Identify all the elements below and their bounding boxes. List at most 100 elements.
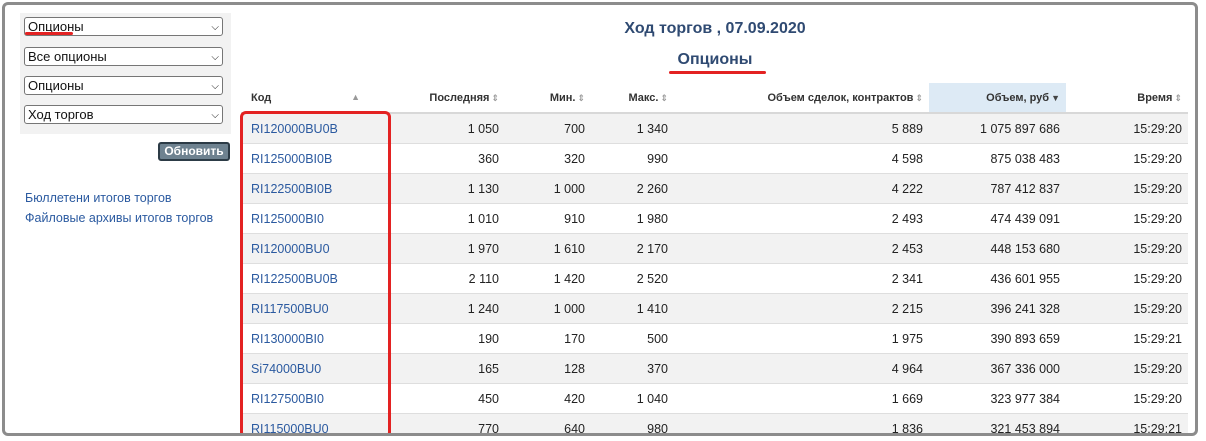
cell-volume-rub: 390 893 659 [929,323,1066,354]
cell-last: 1 240 [376,293,505,324]
cell-max: 1 980 [591,203,674,234]
cell-min: 1 420 [505,263,591,294]
cell-time: 15:29:20 [1066,233,1188,264]
cell-time: 15:29:20 [1066,143,1188,174]
cell-time: 15:29:20 [1066,113,1188,144]
col-header-volume-rub[interactable]: Объем, руб ▼ [929,83,1066,114]
sort-icon: ⇕ [1174,92,1182,103]
cell-volume-contracts: 2 215 [674,293,929,324]
refresh-button[interactable]: Обновить [158,142,230,161]
cell-time: 15:29:20 [1066,353,1188,384]
bulletins-link[interactable]: Бюллетени итогов торгов [25,188,213,208]
cell-time: 15:29:20 [1066,293,1188,324]
cell-max: 2 260 [591,173,674,204]
cell-volume-contracts: 2 493 [674,203,929,234]
cell-last: 1 970 [376,233,505,264]
cell-volume-contracts: 2 453 [674,233,929,264]
chevron-down-icon: ⌵ [211,81,219,92]
cell-volume-contracts: 1 836 [674,413,929,433]
cell-volume-rub: 875 038 483 [929,143,1066,174]
sort-icon: ⇕ [491,92,499,103]
cell-last: 190 [376,323,505,354]
cell-last: 165 [376,353,505,384]
sort-desc-icon: ▼ [1051,92,1060,103]
cell-max: 1 040 [591,383,674,414]
cell-min: 1 000 [505,293,591,324]
instrument-select[interactable]: Все опционы ⌵ [24,47,223,66]
col-header-min[interactable]: Мин. ⇕ [505,83,591,114]
cell-volume-rub: 367 336 000 [929,353,1066,384]
cell-last: 1 130 [376,173,505,204]
cell-volume-rub: 1 075 897 686 [929,113,1066,144]
cell-min: 320 [505,143,591,174]
highlight-underline-subtitle [669,71,766,74]
chevron-down-icon: ⌵ [211,110,219,121]
col-header-volume-contracts[interactable]: Объем сделок, контрактов ⇕ [674,83,929,114]
page-title: Ход торгов , 07.09.2020 [624,20,806,37]
col-header-time[interactable]: Время ⇕ [1066,83,1188,114]
cell-last: 450 [376,383,505,414]
report-select-value: Ход торгов [28,107,94,122]
cell-volume-rub: 474 439 091 [929,203,1066,234]
sort-icon: ▲︎ [351,91,360,102]
cell-last: 770 [376,413,505,433]
sort-icon: ⇕ [660,92,668,103]
cell-time: 15:29:20 [1066,173,1188,204]
cell-last: 360 [376,143,505,174]
cell-max: 370 [591,353,674,384]
col-header-max[interactable]: Макс. ⇕ [591,83,674,114]
cell-max: 980 [591,413,674,433]
cell-time: 15:29:21 [1066,323,1188,354]
sort-icon: ⇕ [577,92,585,103]
col-header-code[interactable]: Код ▲︎ [241,83,376,114]
cell-volume-contracts: 5 889 [674,113,929,144]
col-header-last[interactable]: Последняя ⇕ [376,83,505,114]
code-column-highlight [240,111,391,433]
instrument-select-value: Все опционы [28,49,107,64]
chevron-down-icon: ⌵ [211,52,219,63]
cell-last: 1 010 [376,203,505,234]
cell-volume-rub: 436 601 955 [929,263,1066,294]
cell-time: 15:29:20 [1066,383,1188,414]
cell-min: 640 [505,413,591,433]
table-header-row: Код ▲︎ Последняя ⇕ Мин. ⇕ Макс. ⇕ Объем сдел… [241,83,1188,114]
cell-volume-rub: 396 241 328 [929,293,1066,324]
cell-volume-contracts: 1 669 [674,383,929,414]
file-archives-link[interactable]: Файловые архивы итогов торгов [25,208,213,228]
page-subtitle: Опционы [677,51,753,68]
cell-max: 1 410 [591,293,674,324]
cell-time: 15:29:20 [1066,203,1188,234]
sidebar-links: Бюллетени итогов торгов Файловые архивы … [25,188,213,228]
cell-min: 700 [505,113,591,144]
cell-volume-contracts: 4 222 [674,173,929,204]
cell-time: 15:29:20 [1066,263,1188,294]
type-select-value: Опционы [28,78,84,93]
cell-max: 2 520 [591,263,674,294]
cell-volume-contracts: 4 598 [674,143,929,174]
type-select[interactable]: Опционы ⌵ [24,76,223,95]
cell-volume-rub: 787 412 837 [929,173,1066,204]
cell-min: 420 [505,383,591,414]
cell-max: 990 [591,143,674,174]
cell-max: 500 [591,323,674,354]
cell-max: 1 340 [591,113,674,144]
cell-min: 1 610 [505,233,591,264]
cell-volume-rub: 448 153 680 [929,233,1066,264]
cell-min: 170 [505,323,591,354]
sort-icon: ⇕ [915,92,923,103]
cell-last: 1 050 [376,113,505,144]
cell-min: 1 000 [505,173,591,204]
highlight-underline-select [25,32,73,35]
chevron-down-icon: ⌵ [211,22,219,33]
cell-min: 910 [505,203,591,234]
cell-volume-contracts: 1 975 [674,323,929,354]
window-frame: Опционы ⌵ Все опционы ⌵ Опционы ⌵ Ход то… [2,2,1198,436]
cell-time: 15:29:21 [1066,413,1188,433]
cell-max: 2 170 [591,233,674,264]
cell-min: 128 [505,353,591,384]
cell-volume-contracts: 2 341 [674,263,929,294]
cell-volume-contracts: 4 964 [674,353,929,384]
report-select[interactable]: Ход торгов ⌵ [24,105,223,124]
cell-last: 2 110 [376,263,505,294]
cell-volume-rub: 321 453 894 [929,413,1066,433]
